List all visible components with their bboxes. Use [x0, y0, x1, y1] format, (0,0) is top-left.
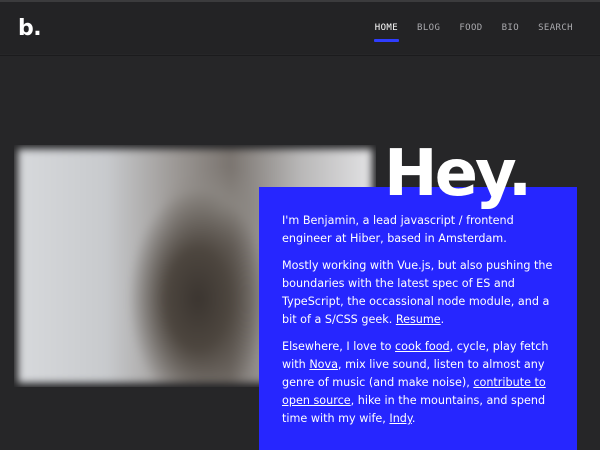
bio-work: Mostly working with Vue.js, but also pus… — [282, 259, 553, 326]
top-navigation-bar: b. HOME BLOG FOOD BIO SEARCH — [0, 0, 600, 54]
indy-link[interactable]: Indy — [389, 412, 412, 425]
hero-heading: Hey. — [384, 137, 532, 211]
resume-link[interactable]: Resume — [396, 313, 441, 326]
main-nav: HOME BLOG FOOD BIO SEARCH — [356, 23, 573, 42]
nav-home[interactable]: HOME — [373, 23, 400, 42]
nav-search[interactable]: SEARCH — [538, 23, 573, 33]
nav-blog[interactable]: BLOG — [417, 23, 440, 33]
bio-intro: I'm Benjamin, a lead javascript / fronte… — [282, 214, 514, 245]
site-logo[interactable]: b. — [18, 16, 42, 41]
cook-food-link[interactable]: cook food — [395, 340, 450, 353]
bio-hobbies: Elsewhere, I love to cook food, cycle, p… — [282, 338, 564, 428]
nav-food[interactable]: FOOD — [459, 23, 482, 33]
bio-hobbies-text-5: . — [411, 412, 416, 425]
nav-bio[interactable]: BIO — [502, 23, 519, 33]
bio-text: I'm Benjamin, a lead javascript / fronte… — [282, 212, 564, 437]
nova-link[interactable]: Nova — [309, 358, 338, 371]
bio-hobbies-text-1: Elsewhere, I love to — [282, 340, 392, 353]
header-divider — [0, 55, 600, 56]
